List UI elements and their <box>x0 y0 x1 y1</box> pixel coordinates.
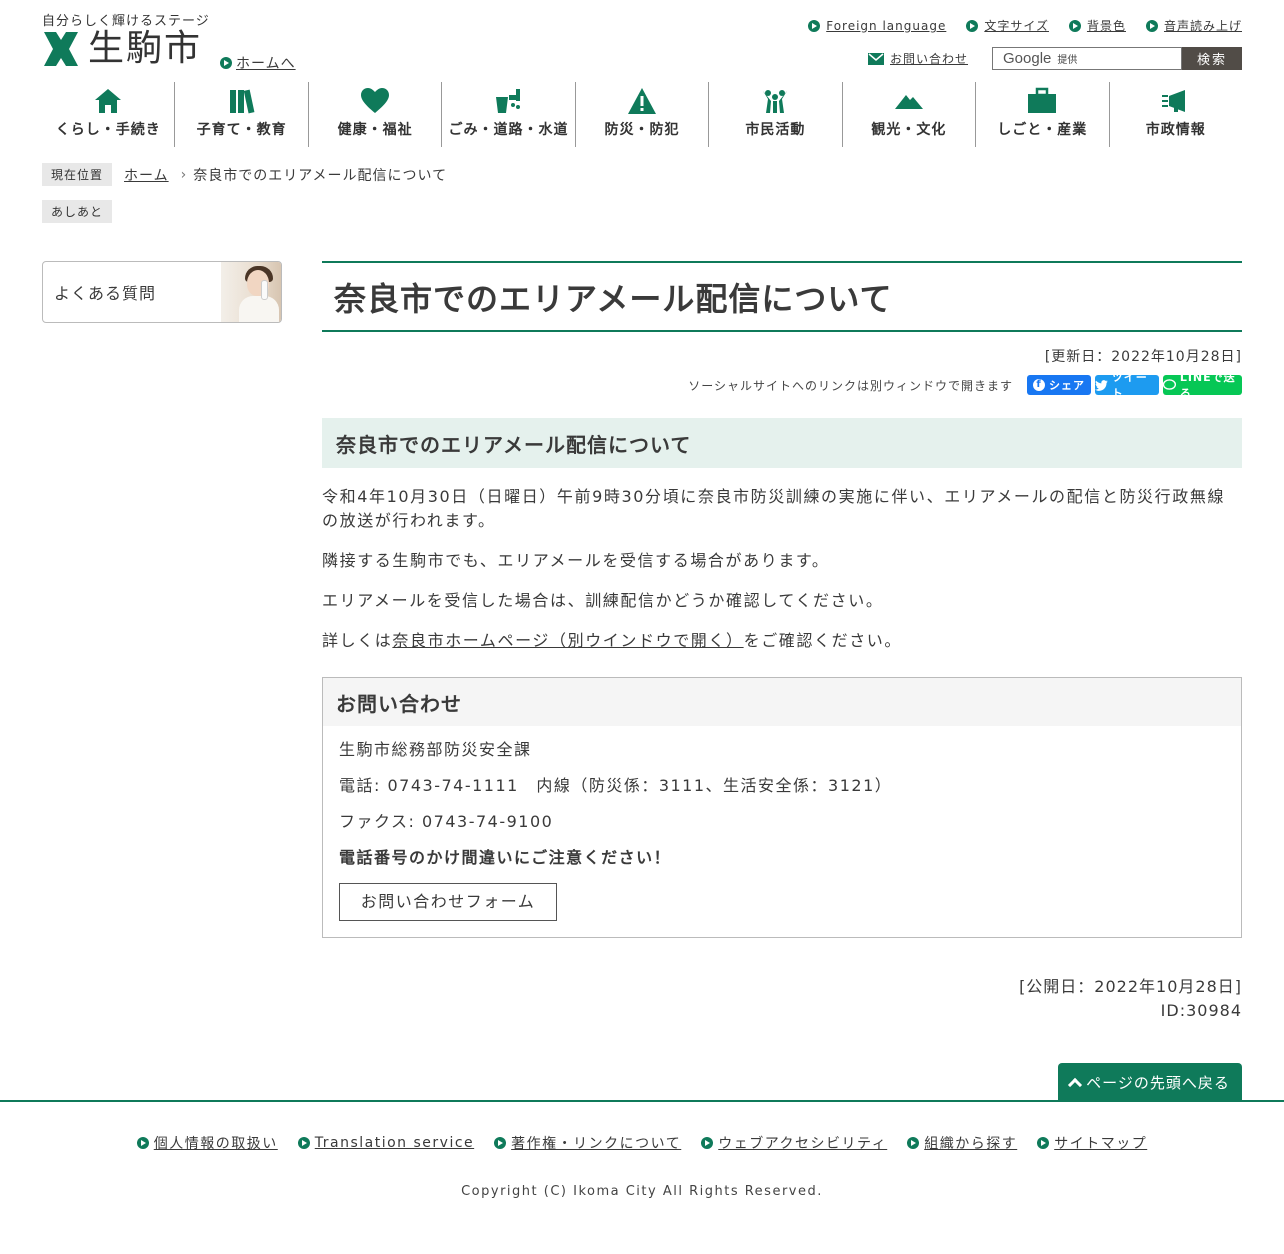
twitter-bird-icon <box>1095 379 1108 391</box>
header-contact-link[interactable]: お問い合わせ <box>868 50 968 67</box>
arrow-circle-icon <box>220 57 232 69</box>
utility-background-color[interactable]: 背景色 <box>1068 17 1126 34</box>
global-nav: くらし・手続き 子育て・教育 健康・福祉 ごみ・道路・水道 防災・防犯 市民活動… <box>42 82 1242 147</box>
breadcrumb-home-link[interactable]: ホーム <box>124 165 169 185</box>
utility-read-aloud[interactable]: 音声読み上げ <box>1145 17 1242 34</box>
nav-item-health[interactable]: 健康・福祉 <box>309 82 443 147</box>
mail-icon <box>868 52 884 65</box>
page-title: 奈良市でのエリアメール配信について <box>322 261 1242 332</box>
mountain-icon <box>894 95 923 109</box>
search-button[interactable]: 検索 <box>1182 47 1242 70</box>
updated-date: [更新日：2022年10月28日] <box>1044 349 1242 365</box>
arrow-circle-icon <box>136 1137 149 1149</box>
contact-warning: 電話番号のかけ間違いにご注意ください！ <box>339 848 672 867</box>
published-date: [公開日：2022年10月28日] <box>1019 977 1242 996</box>
faucet-icon <box>495 89 520 113</box>
arrow-circle-icon <box>907 1137 920 1149</box>
footer-link-translation[interactable]: Translation service <box>297 1133 474 1153</box>
footer-divider <box>0 1100 1284 1102</box>
site-logo[interactable]: 生駒市 <box>42 30 202 68</box>
body-paragraph-3: エリアメールを受信した場合は、訓練配信かどうか確認してください。 <box>322 591 884 610</box>
footer-nav: 個人情報の取扱い Translation service 著作権・リンクについて… <box>0 1133 1284 1153</box>
utility-menu: Foreign language 文字サイズ 背景色 音声読み上げ <box>808 17 1242 34</box>
contact-box: お問い合わせ 生駒市総務部防災安全課 電話: 0743-74-1111 内線（防… <box>322 677 1242 938</box>
footer-link-organization[interactable]: 組織から探す <box>907 1133 1017 1153</box>
nav-item-city-government[interactable]: 市政情報 <box>1110 82 1242 147</box>
chevron-up-icon <box>1068 1077 1083 1092</box>
footer-link-accessibility[interactable]: ウェブアクセシビリティ <box>701 1133 887 1153</box>
city-name: 生駒市 <box>88 28 203 69</box>
arrow-circle-icon <box>297 1137 310 1149</box>
body-paragraph-4: 詳しくは奈良市ホームページ（別ウインドウで開く）をご確認ください。 <box>322 631 903 650</box>
contact-phone: 電話: 0743-74-1111 内線（防災係：3111、生活安全係：3121） <box>339 776 893 795</box>
line-send-button[interactable]: LINEで送る <box>1163 371 1242 400</box>
body-paragraph-2: 隣接する生駒市でも、エリアメールを受信する場合があります。 <box>322 551 830 570</box>
warning-icon <box>627 88 656 114</box>
facebook-icon: f <box>1033 379 1045 391</box>
nav-item-citizen-activity[interactable]: 市民活動 <box>709 82 843 147</box>
contact-body: 生駒市総務部防災安全課 電話: 0743-74-1111 内線（防災係：3111… <box>323 726 1241 937</box>
page-id: ID:30984 <box>1160 1001 1242 1020</box>
arrow-circle-icon <box>1037 1137 1050 1149</box>
social-share-bar: ソーシャルサイトへのリンクは別ウィンドウで開きます f シェア ツイート LINE… <box>322 371 1242 400</box>
nara-city-homepage-link[interactable]: 奈良市ホームページ（別ウインドウで開く） <box>392 631 743 650</box>
site-search-input[interactable]: Google 提供 <box>992 47 1182 70</box>
footer-link-privacy[interactable]: 個人情報の取扱い <box>136 1133 278 1153</box>
nav-item-disaster-prevention[interactable]: 防災・防犯 <box>576 82 710 147</box>
arrow-circle-icon <box>494 1137 507 1149</box>
page-top-button[interactable]: ページの先頭へ戻る <box>1058 1063 1242 1101</box>
chevron-right-icon: › <box>180 166 188 183</box>
twitter-tweet-button[interactable]: ツイート <box>1095 371 1159 400</box>
megaphone-icon <box>1161 90 1185 112</box>
arrow-circle-icon <box>966 19 979 32</box>
nav-item-tourism-culture[interactable]: 観光・文化 <box>843 82 977 147</box>
house-icon <box>95 89 122 113</box>
breadcrumb: 現在位置 ホーム › 奈良市でのエリアメール配信について <box>42 163 447 186</box>
current-position-label: 現在位置 <box>42 163 113 186</box>
arrow-circle-icon <box>1145 19 1158 32</box>
books-icon <box>229 89 255 114</box>
footprints-label[interactable]: あしあと <box>42 200 113 223</box>
utility-font-size[interactable]: 文字サイズ <box>966 17 1049 34</box>
facebook-share-button[interactable]: f シェア <box>1027 375 1091 395</box>
main-content: 奈良市でのエリアメール配信について [更新日：2022年10月28日] ソーシャ… <box>322 261 1242 1023</box>
contact-department: 生駒市総務部防災安全課 <box>339 740 532 759</box>
nav-item-childcare[interactable]: 子育て・教育 <box>175 82 309 147</box>
arrow-circle-icon <box>1068 19 1081 32</box>
body-paragraph-1: 令和4年10月30日（日曜日）午前9時30分頃に奈良市防災訓練の実施に伴い、エリ… <box>322 487 1226 530</box>
faq-banner[interactable]: よくある質問 <box>42 261 282 323</box>
footer-link-sitemap[interactable]: サイトマップ <box>1037 1133 1147 1153</box>
line-icon <box>1163 379 1176 390</box>
footer-link-copyright[interactable]: 著作権・リンクについて <box>494 1133 681 1153</box>
contact-fax: ファクス: 0743-74-9100 <box>339 812 554 831</box>
section-heading: 奈良市でのエリアメール配信について <box>322 418 1242 468</box>
publish-info: [公開日：2022年10月28日] ID:30984 <box>322 975 1242 1023</box>
heart-icon <box>361 88 390 113</box>
contact-form-button[interactable]: お問い合わせフォーム <box>339 883 557 921</box>
utility-foreign-language[interactable]: Foreign language <box>808 17 946 34</box>
nav-item-garbage-road-water[interactable]: ごみ・道路・水道 <box>442 82 576 147</box>
social-note: ソーシャルサイトへのリンクは別ウィンドウで開きます <box>688 378 1013 393</box>
city-emblem-icon <box>44 32 78 66</box>
google-provided-label: 提供 <box>1057 55 1078 66</box>
footprints: あしあと <box>42 200 113 223</box>
arrow-circle-icon <box>808 19 821 32</box>
google-logo: Google <box>1003 50 1052 67</box>
site-tagline: 自分らしく輝けるステージ <box>42 14 210 29</box>
breadcrumb-current: › 奈良市でのエリアメール配信について <box>180 166 448 184</box>
nav-item-work-industry[interactable]: しごと・産業 <box>976 82 1110 147</box>
faq-operator-image <box>221 262 281 322</box>
arrow-circle-icon <box>701 1137 714 1149</box>
contact-heading: お問い合わせ <box>323 678 1241 726</box>
people-icon <box>763 90 788 113</box>
faq-label: よくある質問 <box>54 284 157 303</box>
copyright: Copyright (C) Ikoma City All Rights Rese… <box>461 1184 823 1199</box>
briefcase-icon <box>1028 87 1057 113</box>
home-link[interactable]: ホームへ <box>220 53 296 73</box>
nav-item-living[interactable]: くらし・手続き <box>42 82 176 147</box>
